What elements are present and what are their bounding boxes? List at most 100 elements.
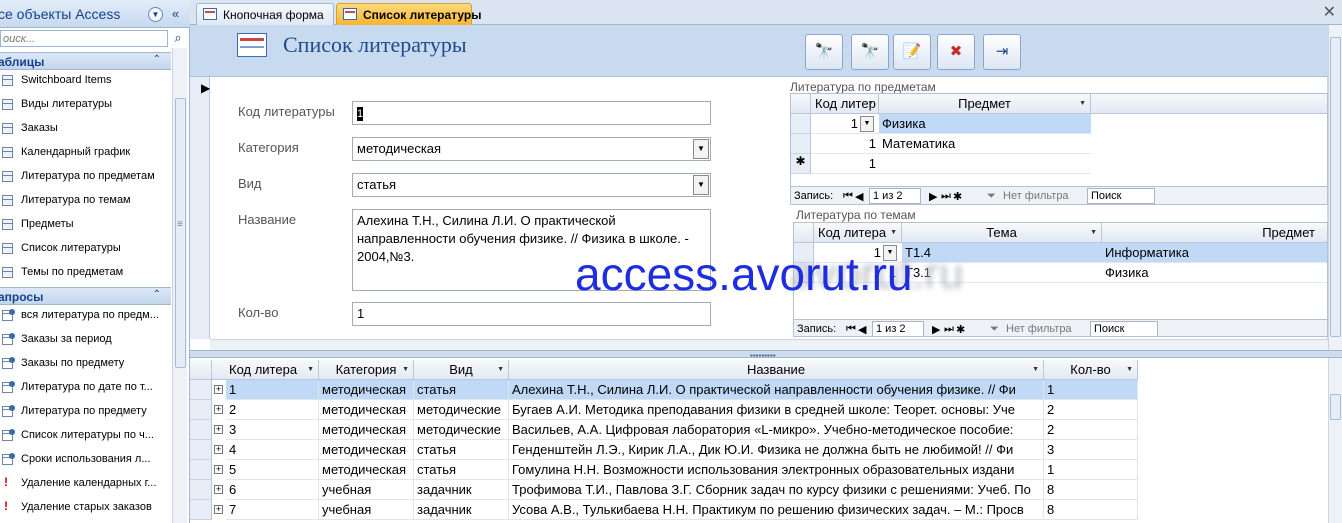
column-header[interactable]: Код литера ▼ [814, 223, 902, 243]
new-record-icon[interactable]: ✱ [956, 323, 965, 336]
nav-item[interactable]: Литература по предмету [0, 400, 171, 424]
filter-status[interactable]: Нет фильтра [1003, 190, 1069, 202]
kind-combo[interactable]: статья ▼ [352, 173, 711, 197]
filter-status[interactable]: Нет фильтра [1006, 323, 1072, 335]
first-record-icon[interactable]: ⏮ [843, 190, 853, 203]
table-row[interactable]: +5 методическая статья Гомулина Н.Н. Возмож… [190, 460, 1328, 480]
new-record-icon[interactable]: ✱ [953, 190, 962, 203]
table-row[interactable]: +1 методическая статья Алехина Т.Н., Силина… [190, 380, 1328, 400]
column-header[interactable]: Кол-во ▼ [1044, 360, 1138, 380]
expand-icon[interactable]: + [214, 425, 223, 434]
record-position[interactable]: 1 из 2 [872, 321, 924, 336]
row-selector[interactable] [190, 500, 212, 520]
row-selector[interactable] [190, 460, 212, 480]
select-all-corner[interactable] [791, 94, 811, 114]
table-cell[interactable]: статья [414, 460, 509, 480]
table-cell[interactable]: методическая [319, 420, 414, 440]
table-cell[interactable]: 2 [226, 400, 319, 420]
nav-item[interactable]: вся литература по предм... [0, 304, 171, 328]
nav-item[interactable]: Заказы [0, 117, 171, 141]
table-cell[interactable]: 8 [1044, 500, 1138, 520]
table-cell[interactable]: 1 [811, 134, 879, 154]
search-icon[interactable]: ⌕ [170, 30, 186, 46]
table-cell[interactable]: 2 [1044, 400, 1138, 420]
expand-icon[interactable]: + [214, 505, 223, 514]
table-cell[interactable]: Информатика [1102, 243, 1327, 263]
table-cell[interactable]: методические [414, 420, 509, 440]
nav-item[interactable]: Предметы [0, 213, 171, 237]
chevron-up-icon[interactable]: ⌃ [153, 289, 161, 300]
nav-collapse-icon[interactable]: « [172, 6, 179, 21]
expand-icon[interactable]: + [214, 445, 223, 454]
table-cell[interactable]: 1 ▼ [811, 114, 879, 134]
row-selector[interactable] [190, 380, 212, 400]
last-record-icon[interactable]: ⏭ [941, 190, 951, 203]
expand-icon[interactable]: + [214, 485, 223, 494]
close-icon[interactable]: ✕ [1323, 2, 1336, 22]
row-selector[interactable] [791, 114, 811, 134]
row-selector[interactable] [791, 134, 811, 154]
prev-record-icon[interactable]: ◀ [858, 323, 866, 336]
category-combo[interactable]: методическая ▼ [352, 137, 711, 161]
table-cell[interactable]: Физика [879, 114, 1091, 134]
exit-button[interactable]: ⇥ [983, 34, 1021, 70]
tab-literature-list[interactable]: Список литературы [336, 3, 481, 25]
nav-title[interactable]: се объекты Access [0, 6, 120, 22]
column-header[interactable]: Название ▼ [509, 360, 1044, 380]
nav-item[interactable]: Литература по предметам [0, 165, 171, 189]
table-cell[interactable]: Усова А.В., Тулькибаева Н.Н. Практикум п… [509, 500, 1044, 520]
table-cell[interactable]: 1 [1044, 380, 1138, 400]
column-header[interactable]: Вид ▼ [414, 360, 509, 380]
table-cell[interactable]: 1 [226, 380, 319, 400]
table-cell[interactable]: 2 [1044, 420, 1138, 440]
row-selector[interactable] [190, 420, 212, 440]
table-cell[interactable]: статья [414, 440, 509, 460]
table-cell[interactable]: методическая [319, 380, 414, 400]
split-form-splitter[interactable]: ▪▪▪▪▪▪▪▪▪ [190, 350, 1342, 360]
column-header[interactable]: Категория ▼ [319, 360, 414, 380]
table-cell[interactable]: 7 [226, 500, 319, 520]
table-cell[interactable]: задачник [414, 480, 509, 500]
nav-item[interactable]: Заказы за период [0, 328, 171, 352]
nav-item[interactable]: Календарный график [0, 141, 171, 165]
table-cell[interactable]: Физика [1102, 263, 1327, 283]
chevron-down-icon[interactable]: ▼ [693, 139, 709, 159]
subform-search-input[interactable]: Поиск [1087, 188, 1155, 204]
expand-icon[interactable]: + [214, 405, 223, 414]
qty-field[interactable]: 1 [352, 302, 711, 326]
table-cell[interactable]: 3 [226, 420, 319, 440]
subform-search-input[interactable]: Поиск [1090, 321, 1158, 336]
last-record-icon[interactable]: ⏭ [944, 323, 954, 336]
table-cell[interactable]: Бугаев А.И. Методика преподавания физики… [509, 400, 1044, 420]
nav-item[interactable]: Список литературы по ч... [0, 424, 171, 448]
table-cell[interactable]: методическая [319, 440, 414, 460]
code-field[interactable]: 1 [352, 101, 711, 125]
table-cell[interactable]: 3 [1044, 440, 1138, 460]
column-header[interactable]: Код литера ▼ [212, 360, 319, 380]
nav-scrollbar-thumb[interactable] [175, 98, 186, 368]
chevron-down-icon[interactable]: ▼ [860, 116, 874, 132]
nav-item[interactable]: Литература по дате по т... [0, 376, 171, 400]
select-all-corner[interactable] [794, 223, 814, 243]
nav-item[interactable]: Заказы по предмету [0, 352, 171, 376]
datasheet-vertical-scrollbar[interactable] [1328, 358, 1342, 523]
table-cell[interactable]: методическая [319, 400, 414, 420]
table-cell[interactable]: 4 [226, 440, 319, 460]
new-record-button[interactable]: 📝 [893, 34, 931, 70]
table-row[interactable]: +6 учебная задачник Трофимова Т.И., Павлова… [190, 480, 1328, 500]
table-cell[interactable]: Генденштейн Л.Э., Кирик Л.А., Дик Ю.И. Ф… [509, 440, 1044, 460]
datasheet-scrollbar-thumb[interactable] [1330, 394, 1341, 420]
table-cell[interactable]: учебная [319, 480, 414, 500]
table-cell[interactable]: статья [414, 380, 509, 400]
table-cell[interactable]: методическая [319, 460, 414, 480]
nav-item[interactable]: Удаление календарных г... [0, 472, 171, 496]
delete-record-button[interactable]: ✖ [937, 34, 975, 70]
row-selector[interactable] [190, 480, 212, 500]
first-record-icon[interactable]: ⏮ [846, 323, 856, 336]
chevron-up-icon[interactable]: ⌃ [153, 54, 161, 65]
find-next-button[interactable]: 🔭 [851, 34, 889, 70]
nav-group-header[interactable]: апросы ⌃ [0, 287, 171, 305]
expand-icon[interactable]: + [214, 385, 223, 394]
table-cell[interactable]: 1 [1044, 460, 1138, 480]
next-record-icon[interactable]: ▶ [929, 190, 937, 203]
